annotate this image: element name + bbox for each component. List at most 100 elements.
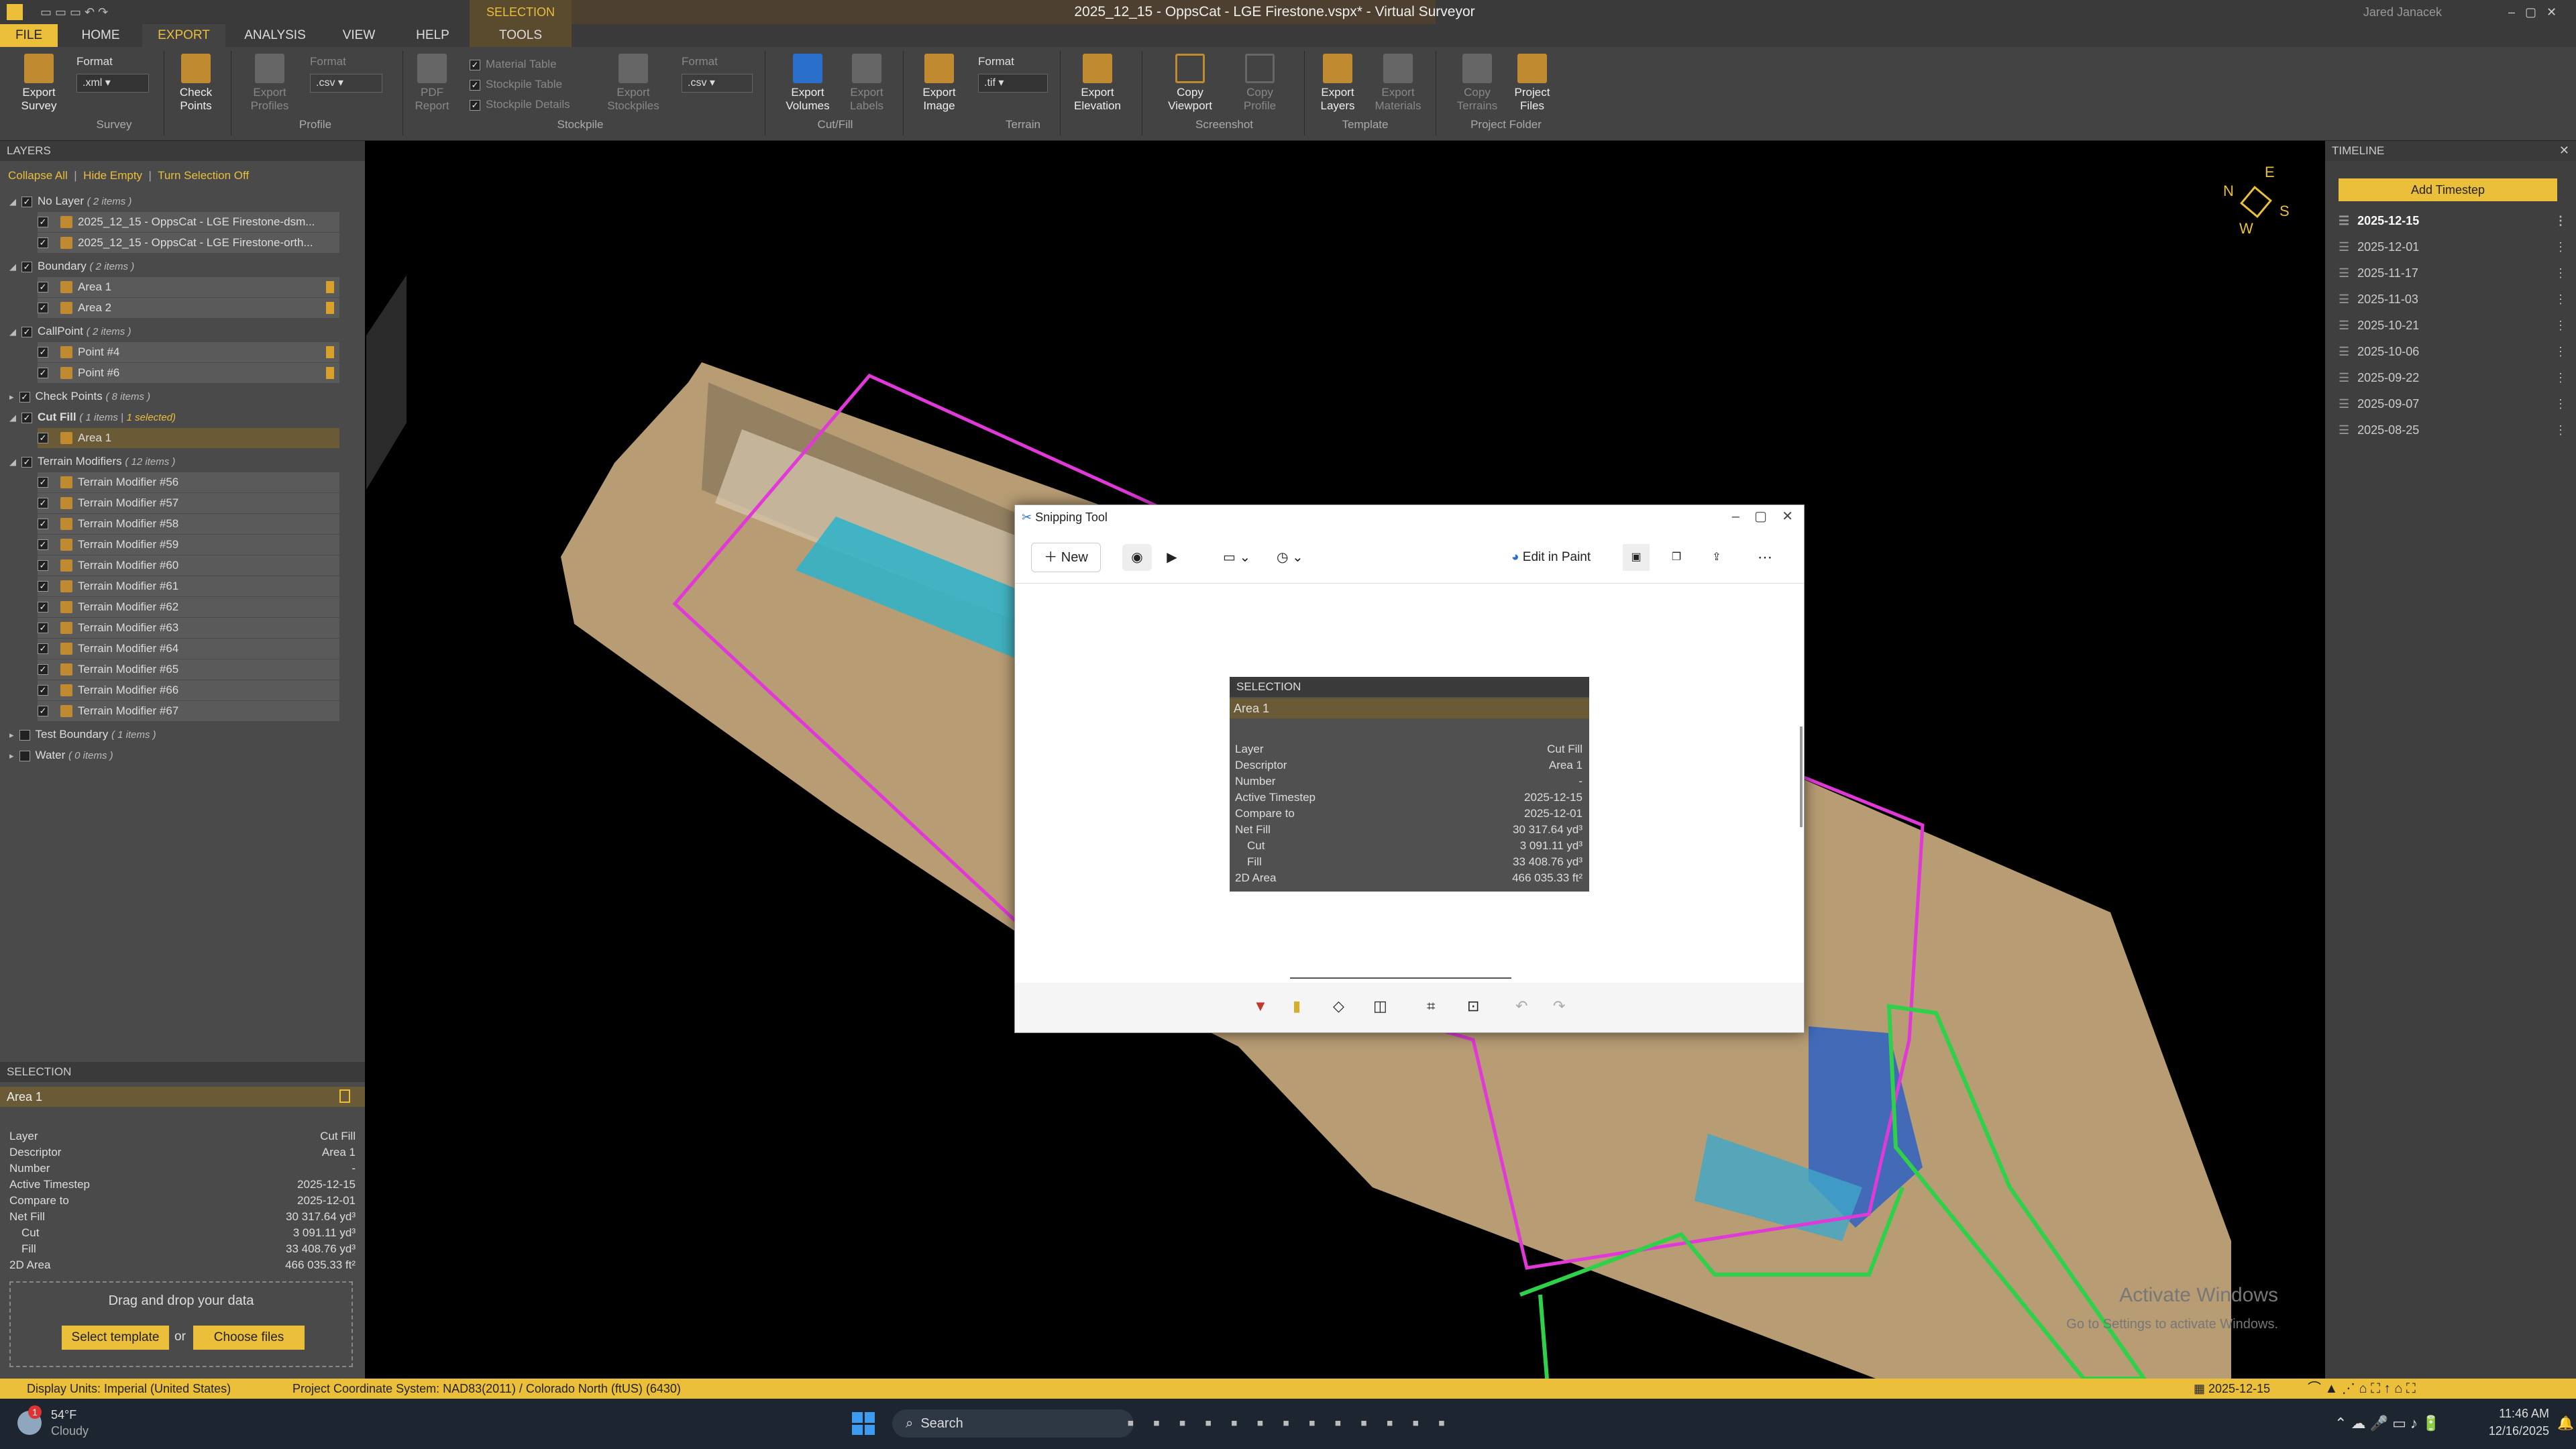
timestep-item[interactable]: ☰ 2025-12-15 ⋮ [2339, 208, 2567, 233]
new-snip-button[interactable]: ＋ New [1031, 543, 1101, 572]
status-tool-icons[interactable]: ⌒ ▲ ⋰ ⌂ ⛶ ↑ ⌂ ⛶ [2308, 1379, 2416, 1399]
undo-icon[interactable]: ↶ [1515, 998, 1527, 1015]
stockpile-format-select[interactable]: .csv ▾ [682, 74, 753, 93]
layer-item[interactable]: ✓ 2025_12_15 - OppsCat - LGE Firestone-or… [38, 233, 339, 253]
export-image-button[interactable]: Export Image [912, 54, 966, 113]
copy-viewport-button[interactable]: Copy Viewport [1163, 54, 1217, 113]
pin-icon[interactable] [326, 281, 334, 293]
tab-help[interactable]: HELP [409, 24, 456, 47]
timestep-menu-icon[interactable]: ⋮ [2555, 339, 2567, 364]
timestep-menu-icon[interactable]: ⋮ [2555, 260, 2567, 286]
layer-visibility-checkbox[interactable]: ✓ [38, 368, 48, 378]
camera-mode-icon[interactable]: ◉ [1122, 544, 1152, 571]
pin-icon[interactable] [326, 367, 334, 379]
layer-item[interactable]: ✓ Terrain Modifier #56 [38, 472, 339, 492]
material-table-checkbox[interactable]: ✓ Material Table [470, 58, 557, 71]
layer-group-water[interactable]: ▸ Water ( 0 items ) [9, 745, 113, 765]
layer-item[interactable]: ✓ Area 2 [38, 298, 339, 318]
notification-icon[interactable]: 🔔 [2557, 1415, 2574, 1432]
pin-icon[interactable] [326, 346, 334, 358]
edit-in-paint-button[interactable]: ◕ Edit in Paint [1511, 544, 1612, 571]
timestep-menu-icon[interactable]: ⋮ [2555, 208, 2567, 233]
layer-item[interactable]: ✓ Terrain Modifier #57 [38, 493, 339, 513]
layer-group-no-layer[interactable]: ◢ ✓ No Layer ( 2 items ) [9, 191, 131, 211]
export-materials-button[interactable]: Export Materials [1371, 54, 1425, 113]
copy-profile-button[interactable]: Copy Profile [1233, 54, 1287, 113]
tab-home[interactable]: HOME [74, 24, 127, 47]
layer-visibility-checkbox[interactable]: ✓ [38, 581, 48, 592]
layer-item[interactable]: ✓ Area 1 [38, 277, 339, 297]
copy-icon[interactable]: ❐ [1663, 544, 1690, 571]
layer-item[interactable]: ✓ Terrain Modifier #60 [38, 555, 339, 576]
close-timeline-icon[interactable]: ✕ [2559, 144, 2569, 158]
compass-icon[interactable]: N E S W [2218, 164, 2298, 244]
layer-visibility-checkbox[interactable]: ✓ [38, 237, 48, 248]
highlighter-icon[interactable]: ▮ [1293, 998, 1301, 1015]
timestep-item[interactable]: ☰ 2025-09-07 ⋮ [2339, 391, 2567, 417]
layer-item[interactable]: ✓ Terrain Modifier #65 [38, 659, 339, 680]
layer-item[interactable]: ✓ Terrain Modifier #63 [38, 618, 339, 638]
timestep-menu-icon[interactable]: ⋮ [2555, 234, 2567, 260]
layer-item[interactable]: ✓ Terrain Modifier #58 [38, 514, 339, 534]
layer-visibility-checkbox[interactable]: ✓ [38, 623, 48, 633]
eraser-icon[interactable]: ◇ [1333, 998, 1344, 1015]
layer-visibility-checkbox[interactable]: ✓ [38, 477, 48, 488]
export-stockpiles-button[interactable]: Export Stockpiles [606, 54, 660, 113]
layer-visibility-checkbox[interactable]: ✓ [38, 643, 48, 654]
layer-visibility-checkbox[interactable]: ✓ [38, 602, 48, 612]
snip-shape-dropdown[interactable]: ▭ ⌄ [1223, 544, 1263, 571]
check-points-button[interactable]: Check Points [169, 54, 223, 113]
tab-analysis[interactable]: ANALYSIS [241, 24, 309, 47]
layer-item[interactable]: ✓ Terrain Modifier #67 [38, 701, 339, 721]
layer-item[interactable]: ✓ Point #6 [38, 363, 339, 383]
layer-visibility-checkbox[interactable]: ✓ [38, 706, 48, 716]
timestep-item[interactable]: ☰ 2025-11-17 ⋮ [2339, 260, 2567, 286]
export-profiles-button[interactable]: Export Profiles [243, 54, 297, 113]
tab-file[interactable]: FILE [0, 24, 58, 47]
terrain-format-select[interactable]: .tif ▾ [978, 74, 1048, 93]
text-actions-icon[interactable]: ⊡ [1467, 998, 1479, 1015]
save-icon[interactable]: ▣ [1623, 544, 1650, 571]
video-mode-icon[interactable]: ▶ [1159, 544, 1185, 571]
layer-item[interactable]: ✓ Terrain Modifier #59 [38, 535, 339, 555]
tab-view[interactable]: VIEW [335, 24, 382, 47]
layer-group-boundary[interactable]: ◢ ✓ Boundary ( 2 items ) [9, 256, 134, 276]
export-layers-button[interactable]: Export Layers [1311, 54, 1364, 113]
layer-group-terrain-modifiers[interactable]: ◢ ✓ Terrain Modifiers ( 12 items ) [9, 451, 175, 472]
export-survey-button[interactable]: Export Survey [12, 54, 66, 113]
collapse-all-link[interactable]: Collapse All [8, 169, 68, 182]
redo-icon[interactable]: ↷ [1553, 998, 1565, 1015]
timestep-item[interactable]: ☰ 2025-09-22 ⋮ [2339, 365, 2567, 390]
snip-window-controls[interactable]: – ▢ ✕ [1732, 508, 1793, 525]
export-elevation-button[interactable]: Export Elevation [1071, 54, 1124, 113]
project-files-button[interactable]: Project Files [1505, 54, 1559, 113]
tab-export[interactable]: EXPORT [142, 24, 225, 47]
start-icon[interactable] [852, 1412, 875, 1435]
drop-zone[interactable]: Drag and drop your data Select template … [9, 1281, 353, 1367]
pen-icon[interactable]: ▼ [1253, 998, 1268, 1015]
pin-icon[interactable] [326, 302, 334, 314]
layer-visibility-checkbox[interactable]: ✓ [38, 303, 48, 313]
profile-format-select[interactable]: .csv ▾ [310, 74, 382, 93]
snipping-tool-window[interactable]: ✂ Snipping Tool – ▢ ✕ ＋ New ◉ ▶ ▭ ⌄ ◷ ⌄ … [1014, 504, 1805, 1033]
layer-visibility-checkbox[interactable]: ✓ [38, 560, 48, 571]
layer-item[interactable]: ✓ Area 1 [38, 428, 339, 448]
trash-icon[interactable] [339, 1089, 350, 1103]
timestep-menu-icon[interactable]: ⋮ [2555, 313, 2567, 338]
timestep-item[interactable]: ☰ 2025-12-01 ⋮ [2339, 234, 2567, 260]
stockpile-table-checkbox[interactable]: ✓ Stockpile Table [470, 78, 562, 91]
taskbar-app-icons[interactable]: ▪▪▪▪▪▪▪▪▪▪▪▪▪ [1127, 1412, 1464, 1435]
select-template-button[interactable]: Select template [62, 1326, 169, 1350]
timestep-menu-icon[interactable]: ⋮ [2555, 365, 2567, 390]
delay-dropdown[interactable]: ◷ ⌄ [1277, 544, 1317, 571]
export-labels-button[interactable]: Export Labels [840, 54, 894, 113]
layer-visibility-checkbox[interactable]: ✓ [38, 498, 48, 508]
layer-visibility-checkbox[interactable]: ✓ [38, 347, 48, 358]
layer-item[interactable]: ✓ Terrain Modifier #66 [38, 680, 339, 700]
survey-format-select[interactable]: .xml ▾ [76, 74, 149, 93]
layer-visibility-checkbox[interactable]: ✓ [38, 519, 48, 529]
layer-visibility-checkbox[interactable]: ✓ [38, 539, 48, 550]
layer-group-test-boundary[interactable]: ▸ Test Boundary ( 1 items ) [9, 724, 156, 745]
timestep-item[interactable]: ☰ 2025-08-25 ⋮ [2339, 417, 2567, 443]
taskbar-search[interactable]: ⌕ Search [892, 1409, 1134, 1438]
